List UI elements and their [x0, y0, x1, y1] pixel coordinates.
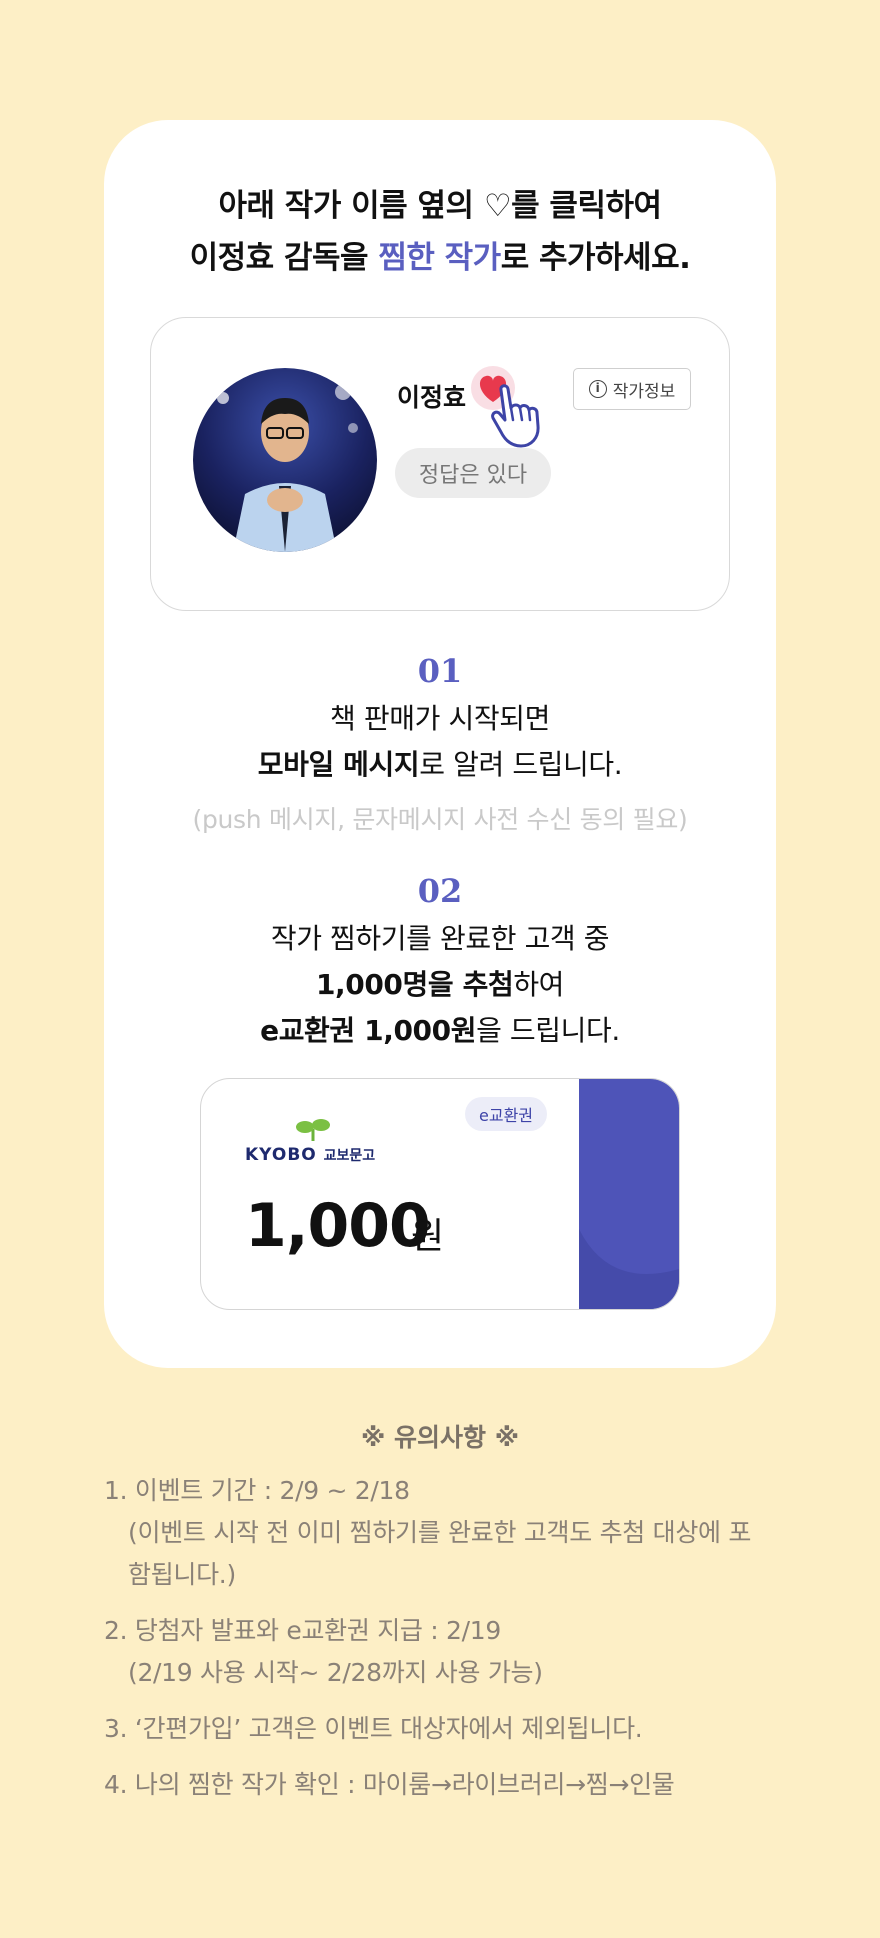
voucher-band — [579, 1079, 679, 1309]
headline: 아래 작가 이름 옆의 ♡를 클릭하여 이정효 감독을 찜한 작가로 추가하세요… — [104, 180, 776, 284]
step2-number: 02 — [417, 872, 463, 910]
voucher-amount: 1,000 — [245, 1191, 431, 1261]
step2-line3-rest: 을 드립니다. — [476, 1014, 620, 1047]
heart-outline-icon: ♡ — [483, 188, 512, 224]
headline-accent: 찜한 작가 — [378, 240, 501, 276]
step2-line2: 1,000명을 추첨하여 — [104, 962, 776, 1008]
notice-item-text: 3. ‘간편가입’ 고객은 이벤트 대상자에서 제외됩니다. — [104, 1714, 643, 1743]
info-icon: i — [588, 380, 607, 398]
headline-text: 이정효 감독을 — [189, 240, 379, 276]
step1-number: 01 — [417, 652, 463, 690]
headline-line1: 아래 작가 이름 옆의 ♡를 클릭하여 — [104, 180, 776, 232]
step2-line1: 작가 찜하기를 완료한 고객 중 — [270, 922, 610, 955]
step1-note: (push 메시지, 문자메시지 사전 수신 동의 필요) — [192, 805, 688, 834]
kyobo-logo-kr: 교보문고 — [323, 1148, 376, 1164]
step2-emphasis: e교환권 1,000원 — [260, 1014, 477, 1047]
step1-text: 책 판매가 시작되면 모바일 메시지로 알려 드립니다. — [104, 696, 776, 788]
step1-line2-rest: 로 알려 드립니다. — [419, 748, 623, 781]
notice-item: 4. 나의 찜한 작가 확인 : 마이룸→라이브러리→찜→인물 — [104, 1764, 764, 1806]
kyobo-logo: KYOBO 교보문고 — [245, 1117, 395, 1165]
notice-list: 1. 이벤트 기간 : 2/9 ~ 2/18 (이벤트 시작 전 이미 찜하기를… — [104, 1470, 764, 1820]
notice-item-sub: (이벤트 시작 전 이미 찜하기를 완료한 고객도 추첨 대상에 포함됩니다.) — [128, 1518, 752, 1589]
headline-text: 아래 작가 이름 옆의 — [218, 188, 484, 224]
voucher-badge: e교환권 — [465, 1097, 548, 1131]
notice-item-text: 2. 당첨자 발표와 e교환권 지급 : 2/19 — [104, 1616, 501, 1645]
event-card: 아래 작가 이름 옆의 ♡를 클릭하여 이정효 감독을 찜한 작가로 추가하세요… — [104, 120, 776, 1368]
step1-line2: 모바일 메시지로 알려 드립니다. — [104, 742, 776, 788]
step1-line1: 책 판매가 시작되면 — [330, 702, 550, 735]
author-info-label: 작가정보 — [612, 381, 676, 402]
favorite-author-button[interactable] — [467, 364, 565, 450]
step2-emphasis: 1,000명을 추첨 — [315, 968, 514, 1001]
author-name[interactable]: 이정효 — [397, 378, 466, 414]
notice-item-text: 1. 이벤트 기간 : 2/9 ~ 2/18 — [104, 1476, 410, 1505]
author-info-button[interactable]: i 작가정보 — [573, 368, 691, 410]
step2-text: 작가 찜하기를 완료한 고객 중 1,000명을 추첨하여 e교환권 1,000… — [104, 916, 776, 1054]
voucher-unit: 원 — [411, 1216, 445, 1257]
voucher-card: e교환권 KYOBO 교보문고 1,000 원 — [200, 1078, 680, 1310]
author-avatar — [193, 368, 377, 552]
headline-text: 로 추가하세요. — [500, 240, 691, 276]
notice-title: ※ 유의사항 ※ — [360, 1423, 520, 1452]
notice-item: 2. 당첨자 발표와 e교환권 지급 : 2/19 (2/19 사용 시작~ 2… — [104, 1610, 764, 1694]
step1-emphasis: 모바일 메시지 — [257, 748, 420, 781]
step2-line2-rest: 하여 — [513, 968, 565, 1001]
notice-item: 1. 이벤트 기간 : 2/9 ~ 2/18 (이벤트 시작 전 이미 찜하기를… — [104, 1470, 764, 1596]
book-title-tag[interactable]: 정답은 있다 — [395, 448, 551, 498]
notice-item-sub: (2/19 사용 시작~ 2/28까지 사용 가능) — [128, 1658, 543, 1687]
step2-line3: e교환권 1,000원을 드립니다. — [104, 1008, 776, 1054]
kyobo-logo-en: KYOBO — [245, 1145, 317, 1165]
author-card: 이정효 i 작가정보 정답은 있다 — [150, 317, 730, 611]
headline-text: 를 클릭하여 — [511, 188, 662, 224]
kyobo-logo-text: KYOBO 교보문고 — [245, 1145, 375, 1165]
notice-item-text: 4. 나의 찜한 작가 확인 : 마이룸→라이브러리→찜→인물 — [104, 1770, 675, 1799]
headline-line2: 이정효 감독을 찜한 작가로 추가하세요. — [104, 232, 776, 284]
notice-item: 3. ‘간편가입’ 고객은 이벤트 대상자에서 제외됩니다. — [104, 1708, 764, 1750]
sprout-icon — [296, 1119, 330, 1141]
